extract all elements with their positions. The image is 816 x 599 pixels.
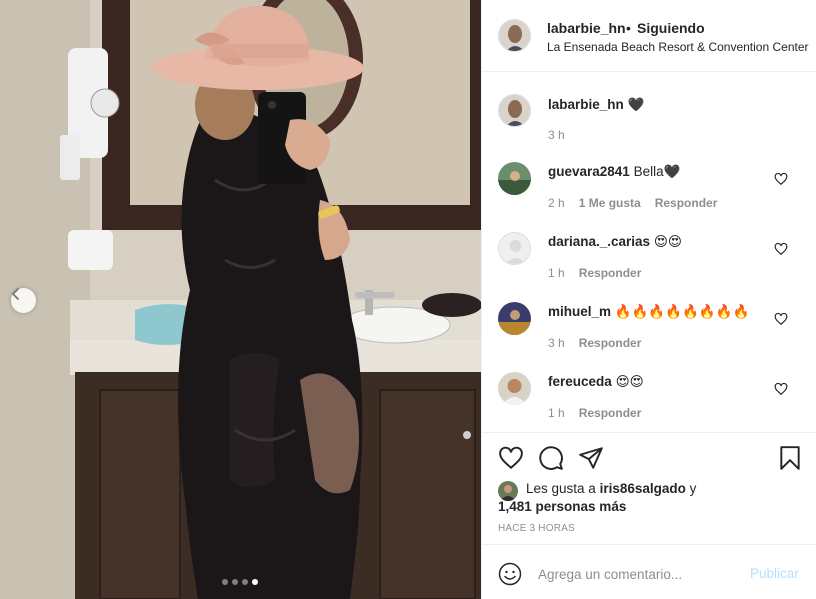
likes-others-count[interactable]: 1,481 personas más bbox=[498, 499, 626, 514]
share-icon[interactable] bbox=[578, 445, 604, 471]
comment-username[interactable]: mihuel_m bbox=[548, 304, 611, 319]
reply-button[interactable]: Responder bbox=[655, 196, 718, 210]
caption-username[interactable]: labarbie_hn bbox=[548, 97, 624, 112]
comment-like-heart-icon[interactable] bbox=[774, 172, 788, 186]
post-actions: Les gusta a iris86salgado y 1,481 person… bbox=[482, 432, 816, 544]
chevron-left-icon bbox=[11, 288, 19, 300]
comment-like-heart-icon[interactable] bbox=[774, 382, 788, 396]
comment-avatar-image bbox=[498, 372, 531, 405]
likes-conjunction: y bbox=[689, 481, 697, 496]
liker-avatar[interactable] bbox=[498, 481, 518, 501]
comment-body: 😍😍 bbox=[653, 234, 682, 249]
caption-body: 🖤 bbox=[627, 97, 645, 112]
publish-button[interactable]: Publicar bbox=[750, 566, 799, 581]
post-location[interactable]: La Ensenada Beach Resort & Convention Ce… bbox=[547, 40, 809, 54]
caption-meta: 3 h bbox=[548, 128, 565, 142]
comment-username[interactable]: guevara2841 bbox=[548, 164, 630, 179]
comment-item: guevara2841 Bella🖤 2 h 1 Me gusta Respon… bbox=[482, 142, 816, 212]
carousel-dot bbox=[222, 579, 228, 585]
carousel-prev-button[interactable] bbox=[11, 288, 36, 313]
caption-text: labarbie_hn 🖤 bbox=[548, 97, 644, 113]
comment-meta: 2 h 1 Me gusta Responder bbox=[548, 196, 717, 210]
comment-meta: 1 h Responder bbox=[548, 406, 641, 420]
reply-button[interactable]: Responder bbox=[579, 336, 642, 350]
comment-avatar[interactable] bbox=[498, 232, 531, 265]
comment-body: 🔥🔥🔥🔥🔥🔥🔥🔥 bbox=[614, 304, 750, 319]
comment-text: fereuceda 😍😍 bbox=[548, 374, 644, 390]
comment-time[interactable]: 1 h bbox=[548, 266, 565, 280]
post-timestamp[interactable]: HACE 3 HORAS bbox=[498, 523, 575, 534]
caption-item: labarbie_hn 🖤 3 h bbox=[482, 72, 816, 142]
comment-time[interactable]: 2 h bbox=[548, 196, 565, 210]
comment-text: guevara2841 Bella🖤 bbox=[548, 164, 680, 180]
comment-time[interactable]: 3 h bbox=[548, 336, 565, 350]
author-avatar[interactable] bbox=[498, 19, 531, 52]
comment-meta: 3 h Responder bbox=[548, 336, 641, 350]
likes-line: Les gusta a iris86salgado y bbox=[526, 481, 696, 496]
comment-avatar-image bbox=[498, 302, 531, 335]
heart-icon[interactable] bbox=[498, 445, 524, 471]
comment-text: mihuel_m 🔥🔥🔥🔥🔥🔥🔥🔥 bbox=[548, 304, 749, 320]
comment-time[interactable]: 1 h bbox=[548, 406, 565, 420]
comment-avatar[interactable] bbox=[498, 302, 531, 335]
caption-time[interactable]: 3 h bbox=[548, 128, 565, 142]
comment-icon[interactable] bbox=[538, 445, 564, 471]
carousel-dot bbox=[242, 579, 248, 585]
photo-image bbox=[0, 0, 481, 599]
comment-input[interactable] bbox=[538, 563, 738, 585]
liker-username[interactable]: iris86salgado bbox=[600, 481, 686, 496]
post-side-panel: labarbie_hn • Siguiendo La Ensenada Beac… bbox=[481, 0, 816, 599]
comment-item: fereuceda 😍😍 1 h Responder bbox=[482, 352, 816, 422]
comment-item: dariana._.carias 😍😍 1 h Responder bbox=[482, 212, 816, 282]
comment-body: Bella🖤 bbox=[633, 164, 681, 179]
comment-avatar[interactable] bbox=[498, 372, 531, 405]
bookmark-icon[interactable] bbox=[777, 445, 803, 471]
comment-like-heart-icon[interactable] bbox=[774, 312, 788, 326]
caption-avatar-image bbox=[499, 95, 530, 126]
comment-meta: 1 h Responder bbox=[548, 266, 641, 280]
carousel-indicator bbox=[222, 579, 258, 585]
follow-status-button[interactable]: Siguiendo bbox=[637, 20, 705, 36]
emoji-icon[interactable] bbox=[498, 562, 522, 586]
add-comment-bar: Publicar bbox=[482, 544, 816, 599]
comment-avatar[interactable] bbox=[498, 162, 531, 195]
comment-avatar-image bbox=[498, 162, 531, 195]
comment-text: dariana._.carias 😍😍 bbox=[548, 234, 682, 250]
comment-likes-count[interactable]: 1 Me gusta bbox=[579, 196, 641, 210]
carousel-dot bbox=[232, 579, 238, 585]
default-avatar-icon bbox=[499, 233, 530, 264]
comment-like-heart-icon[interactable] bbox=[774, 242, 788, 256]
reply-button[interactable]: Responder bbox=[579, 406, 642, 420]
comment-item: mihuel_m 🔥🔥🔥🔥🔥🔥🔥🔥 3 h Responder bbox=[482, 282, 816, 352]
author-username[interactable]: labarbie_hn bbox=[547, 20, 626, 36]
comment-username[interactable]: fereuceda bbox=[548, 374, 612, 389]
reply-button[interactable]: Responder bbox=[579, 266, 642, 280]
post-header: labarbie_hn • Siguiendo La Ensenada Beac… bbox=[482, 0, 816, 72]
carousel-dot bbox=[252, 579, 258, 585]
liker-avatar-image bbox=[498, 481, 518, 501]
post-photo[interactable] bbox=[0, 0, 481, 599]
author-avatar-image bbox=[499, 20, 530, 51]
likes-prefix: Les gusta a bbox=[526, 481, 596, 496]
comment-username[interactable]: dariana._.carias bbox=[548, 234, 650, 249]
header-separator: • bbox=[626, 20, 631, 36]
caption-avatar[interactable] bbox=[498, 94, 531, 127]
comments-list[interactable]: labarbie_hn 🖤 3 h guevara2841 Bella🖤 2 h… bbox=[482, 72, 816, 432]
comment-body: 😍😍 bbox=[615, 374, 644, 389]
